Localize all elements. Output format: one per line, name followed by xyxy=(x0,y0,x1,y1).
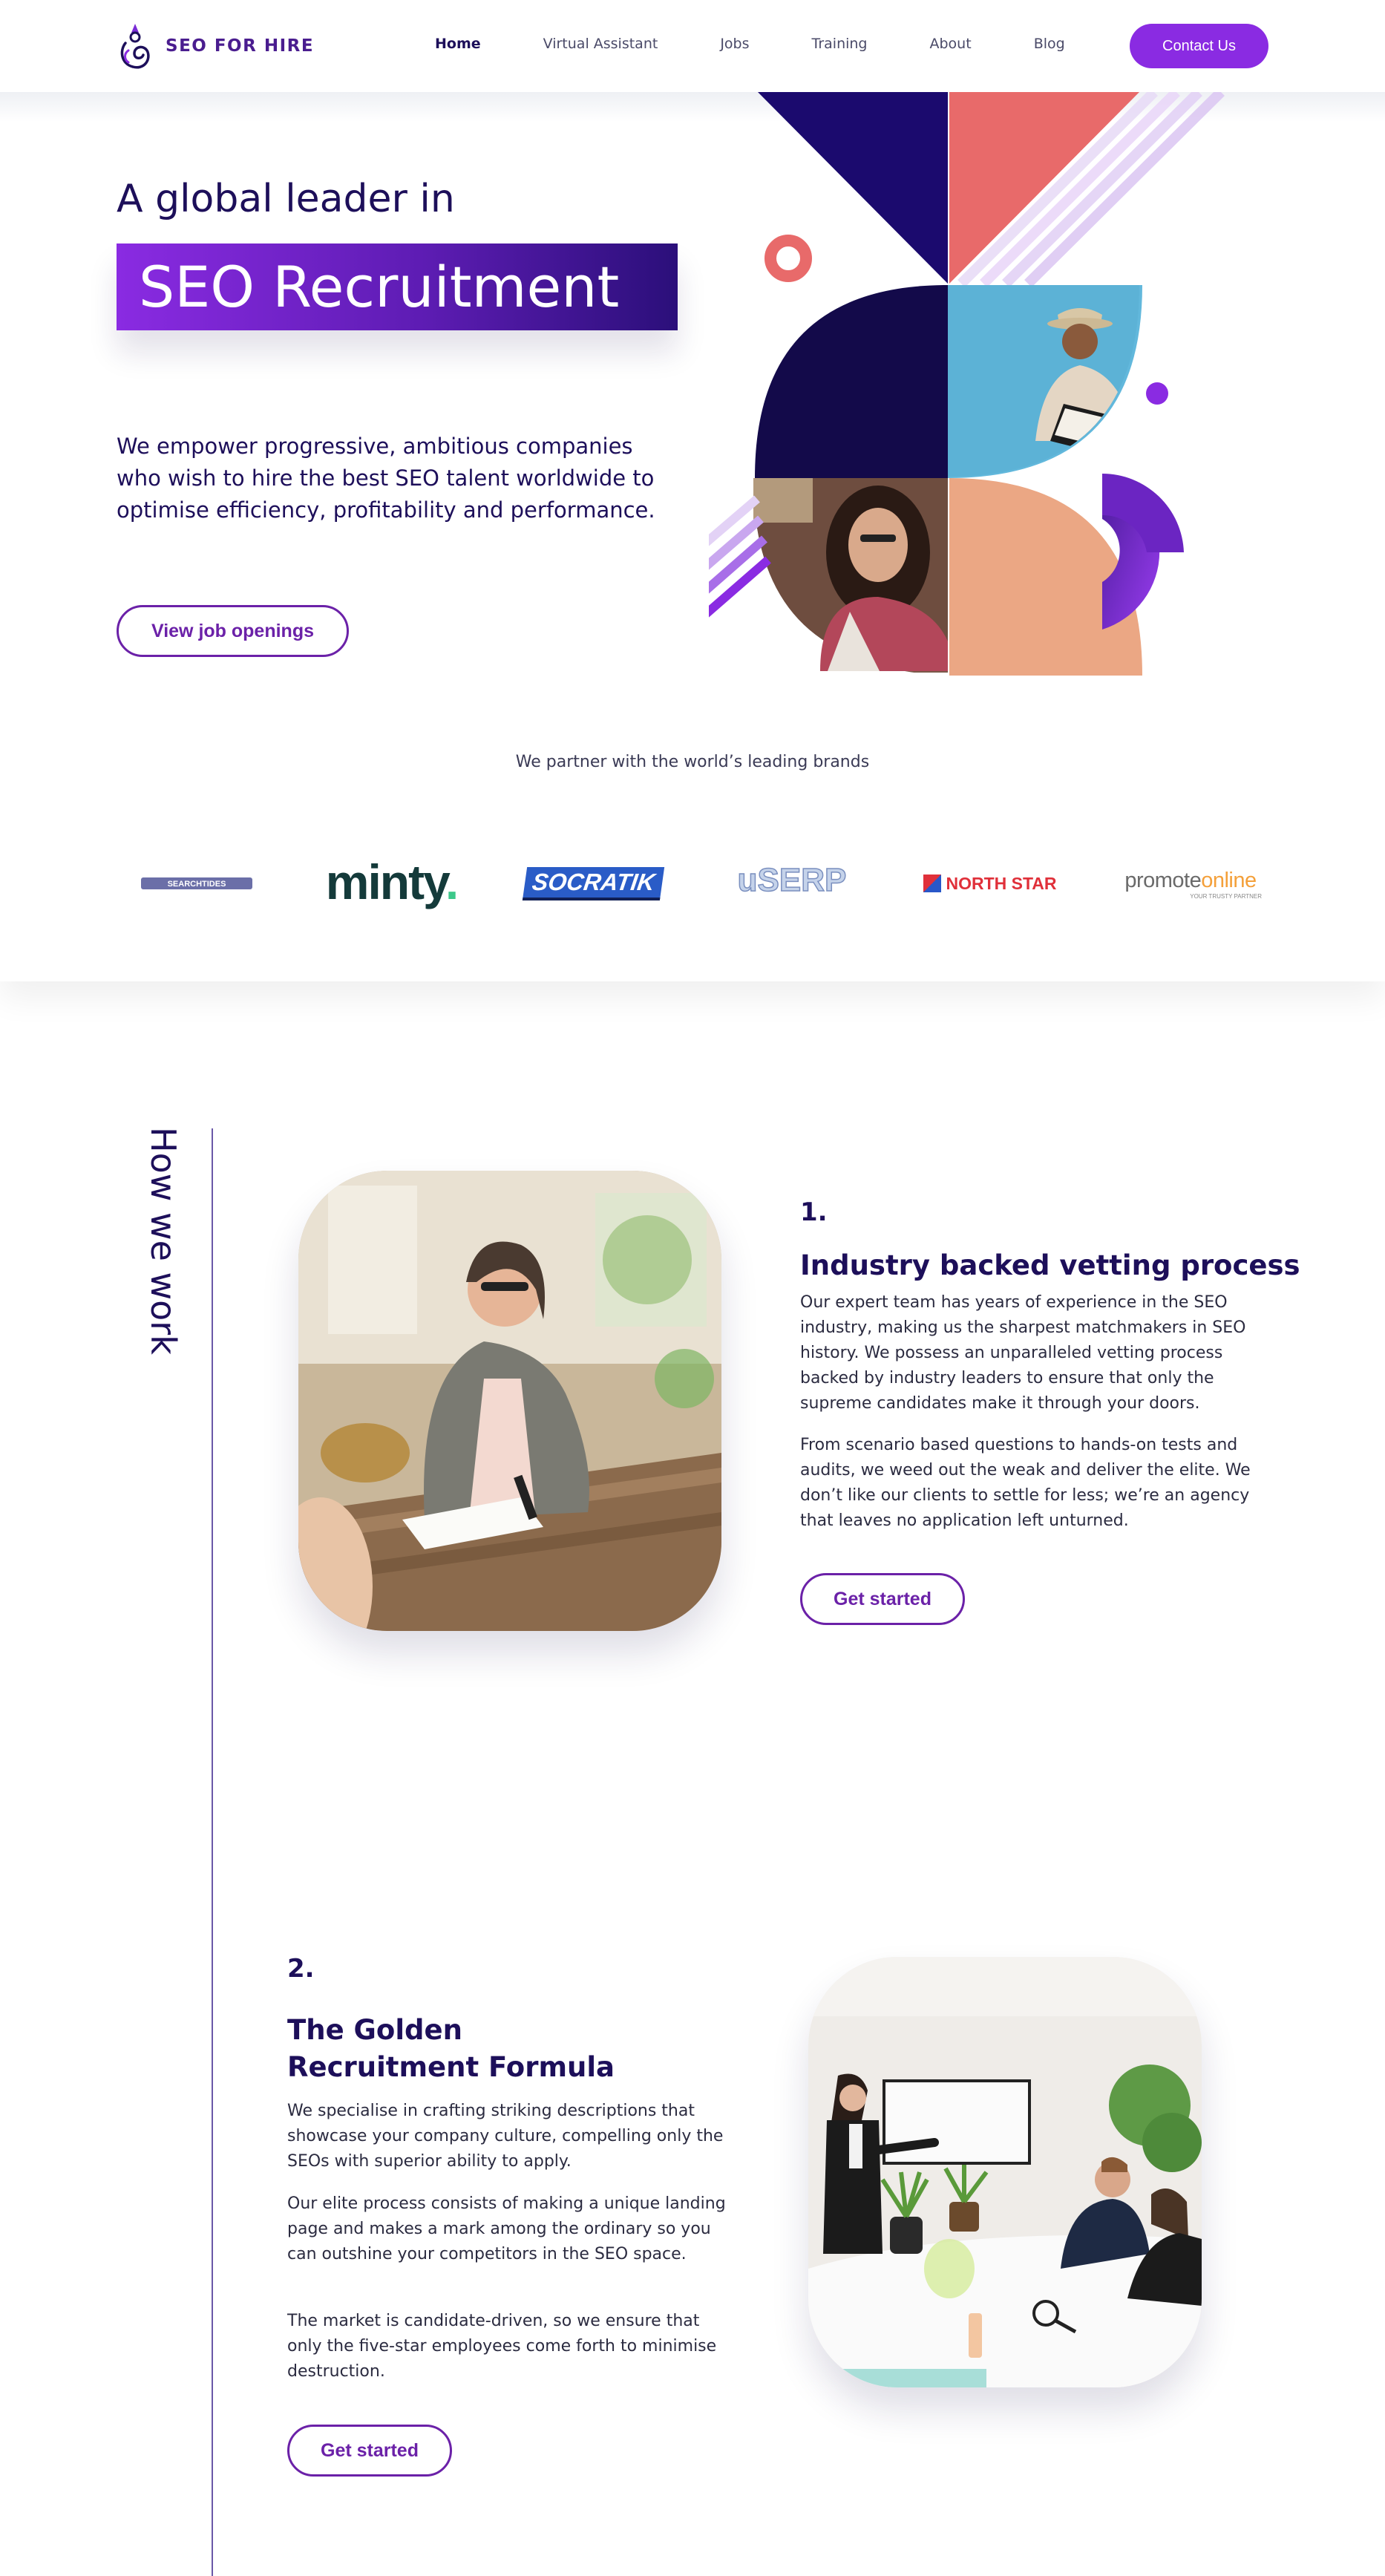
step1-paragraph-2: From scenario based questions to hands-o… xyxy=(800,1436,1251,1530)
main-nav: Home Virtual Assistant Jobs Training Abo… xyxy=(435,36,1127,52)
nav-about[interactable]: About xyxy=(930,36,972,52)
brand-userp-logo: uSERP xyxy=(732,860,852,901)
step2-paragraph-1: We specialise in crafting striking descr… xyxy=(287,2102,724,2171)
brand-socratik-text: SOCRATIK xyxy=(522,866,664,900)
brand-minty-text: minty. xyxy=(325,854,459,909)
step2-number: 2. xyxy=(287,1954,315,1984)
brand-searchtides-logo: SEARCHTIDES xyxy=(141,873,252,894)
step2-paragraph-3: The market is candidate-driven, so we en… xyxy=(287,2312,717,2381)
step2-paragraph-2: Our elite process consists of making a u… xyxy=(287,2194,726,2263)
step2-title: The Golden Recruitment Formula xyxy=(287,2014,615,2083)
purple-dot xyxy=(1146,382,1168,405)
hero-heading-line2: SEO Recruitment xyxy=(139,254,620,320)
step2-photo-meeting xyxy=(808,1957,1202,2387)
coral-ring xyxy=(764,235,812,282)
nav-blog[interactable]: Blog xyxy=(1034,36,1065,52)
brand-promoteonline-text: promoteonline xyxy=(1124,869,1257,892)
logo[interactable]: SEO FOR HIRE xyxy=(115,21,314,71)
hero-heading-line1: A global leader in xyxy=(117,177,455,221)
nav-virtual-assistant[interactable]: Virtual Assistant xyxy=(543,36,658,52)
nav-jobs[interactable]: Jobs xyxy=(720,36,749,52)
get-started-button-2[interactable]: Get started xyxy=(287,2425,452,2477)
hero-artwork xyxy=(709,92,1225,676)
navy-quarter-circle xyxy=(755,285,948,478)
brand-northstar-text: NORTH STAR xyxy=(946,873,1057,893)
brand-logos-row: SEARCHTIDES minty. SOCRATIK uSERP NORTH … xyxy=(0,854,1385,913)
man-reading-photo xyxy=(948,285,1142,478)
brand-promoteonline-tagline: YOUR TRUSTY PARTNER xyxy=(1190,893,1262,900)
brand-northstar-logo: NORTH STAR xyxy=(917,870,1063,897)
step1-title: Industry backed vetting process xyxy=(800,1249,1300,1281)
brand-userp-text: uSERP xyxy=(737,861,847,899)
nav-home[interactable]: Home xyxy=(435,36,481,52)
step1-paragraph-1: Our expert team has years of experience … xyxy=(800,1293,1246,1413)
navy-triangle xyxy=(758,92,948,284)
brand-promoteonline-logo: promoteonline YOUR TRUSTY PARTNER xyxy=(1116,866,1265,903)
step1-photo-interview xyxy=(298,1171,721,1631)
timeline-line xyxy=(212,1128,213,2576)
logo-text: SEO FOR HIRE xyxy=(166,36,315,56)
promoteonline-accent: online xyxy=(1201,869,1257,892)
coral-triangle xyxy=(949,92,1139,284)
contact-us-button[interactable]: Contact Us xyxy=(1130,24,1268,68)
get-started-button-1[interactable]: Get started xyxy=(800,1573,965,1625)
logo-mark-icon xyxy=(120,24,150,69)
view-job-openings-button[interactable]: View job openings xyxy=(117,605,349,657)
brand-socratik-logo: SOCRATIK xyxy=(522,866,664,901)
brand-minty-logo: minty. xyxy=(315,854,468,910)
how-we-work-title: How we work xyxy=(143,1127,183,1355)
site-header: SEO FOR HIRE Home Virtual Assistant Jobs… xyxy=(0,0,1385,92)
northstar-mark-icon xyxy=(923,875,942,892)
step1-number: 1. xyxy=(800,1197,828,1227)
brand-searchtides-text: SEARCHTIDES xyxy=(168,880,226,889)
minty-dot: . xyxy=(445,854,459,909)
smiling-woman-photo xyxy=(753,478,948,673)
hero-highlight-band: SEO Recruitment xyxy=(117,243,678,330)
hero-description: We empower progressive, ambitious compan… xyxy=(117,434,655,523)
partners-heading: We partner with the world’s leading bran… xyxy=(515,753,870,771)
nav-training[interactable]: Training xyxy=(812,36,868,52)
